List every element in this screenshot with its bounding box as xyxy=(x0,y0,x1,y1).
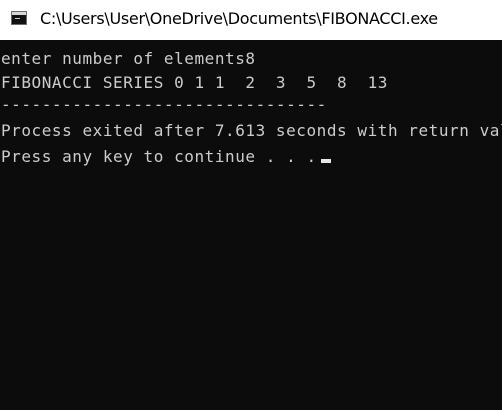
console-output[interactable]: enter number of elements8 FIBONACCI SERI… xyxy=(0,40,502,410)
window-title: C:\Users\User\OneDrive\Documents\FIBONAC… xyxy=(40,9,438,28)
text-cursor xyxy=(320,159,331,163)
console-line-separator: -------------------------------- xyxy=(1,95,327,114)
console-line-continue: Press any key to continue . . . xyxy=(1,146,331,167)
console-line-prompt: enter number of elements8 xyxy=(1,49,256,68)
console-window: C:\Users\User\OneDrive\Documents\FIBONAC… xyxy=(0,0,502,410)
console-app-icon xyxy=(11,11,27,25)
console-line-exit-status: Process exited after 7.613 seconds with … xyxy=(1,121,502,140)
continue-text: Press any key to continue . . . xyxy=(1,147,317,166)
console-line-series: FIBONACCI SERIES 0 1 1 2 3 5 8 13 xyxy=(1,73,388,92)
title-bar[interactable]: C:\Users\User\OneDrive\Documents\FIBONAC… xyxy=(0,0,502,40)
